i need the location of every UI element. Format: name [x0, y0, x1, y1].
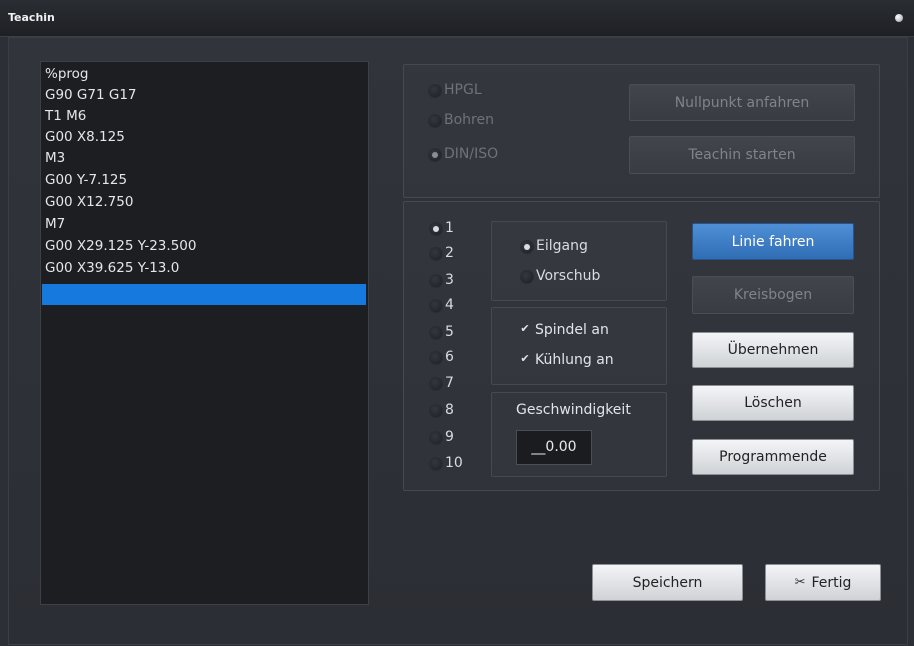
eilgang-radio[interactable]: Eilgang [520, 236, 630, 256]
axis-radio-1[interactable]: 1 [429, 218, 469, 238]
radio-dot-icon [520, 270, 534, 284]
checkmark-icon: ✔ [520, 322, 530, 335]
switches-group [491, 307, 667, 385]
radio-dot-checked-icon [429, 222, 443, 236]
axis-label: 5 [445, 324, 454, 340]
axis-label: 1 [445, 220, 454, 236]
mode-radio-diniso[interactable]: DIN/ISO [428, 144, 528, 164]
axis-label: 9 [445, 429, 454, 445]
kreisbogen-button[interactable]: Kreisbogen [692, 276, 854, 314]
radio-dot-icon [429, 299, 443, 313]
mode-radio-bohren[interactable]: Bohren [428, 110, 528, 130]
axis-radio-6[interactable]: 6 [429, 347, 469, 367]
radio-dot-icon [429, 431, 443, 445]
scissors-icon: ✂ [794, 575, 806, 590]
fertig-label: Fertig [811, 574, 852, 591]
mode-label-diniso: DIN/ISO [444, 146, 499, 162]
linie-fahren-button[interactable]: Linie fahren [692, 223, 854, 260]
mode-label-hpgl: HPGL [444, 82, 482, 98]
program-line[interactable]: G00 Y-7.125 [45, 170, 365, 191]
teachin-window: Teachin %prog G90 G71 G17 T1 M6 G00 X8.1… [0, 0, 914, 646]
axis-label: 4 [445, 297, 454, 313]
program-line[interactable]: M3 [45, 148, 365, 169]
eilgang-label: Eilgang [536, 238, 588, 254]
vorschub-label: Vorschub [536, 268, 601, 284]
axis-label: 3 [445, 272, 454, 288]
radio-dot-icon [429, 326, 443, 340]
mode-radio-hpgl[interactable]: HPGL [428, 80, 528, 100]
axis-label: 6 [445, 349, 454, 365]
radio-dot-icon [428, 114, 442, 128]
program-line[interactable]: %prog [45, 64, 365, 85]
programmende-button[interactable]: Programmende [692, 439, 854, 475]
axis-radio-4[interactable]: 4 [429, 295, 469, 315]
window-title: Teachin [8, 11, 55, 24]
teachin-starten-button[interactable]: Teachin starten [629, 136, 855, 174]
axis-label: 7 [445, 375, 454, 391]
axis-label: 2 [445, 245, 454, 261]
axis-radio-8[interactable]: 8 [429, 400, 469, 420]
vorschub-radio[interactable]: Vorschub [520, 266, 630, 286]
radio-dot-icon [429, 247, 443, 261]
loeschen-button[interactable]: Löschen [692, 385, 854, 421]
mode-label-bohren: Bohren [444, 112, 494, 128]
fertig-button[interactable]: ✂ Fertig [765, 564, 881, 601]
nullpunkt-anfahren-button[interactable]: Nullpunkt anfahren [629, 84, 855, 121]
axis-label: 8 [445, 402, 454, 418]
radio-dot-icon [429, 274, 443, 288]
speichern-button[interactable]: Speichern [592, 564, 743, 601]
radio-dot-icon [429, 457, 443, 471]
axis-label: 10 [445, 455, 463, 471]
axis-radio-7[interactable]: 7 [429, 373, 469, 393]
radio-dot-icon [429, 377, 443, 391]
kuehlung-label: Kühlung an [535, 352, 614, 368]
axis-radio-2[interactable]: 2 [429, 243, 469, 263]
program-listing[interactable]: %prog G90 G71 G17 T1 M6 G00 X8.125 M3 G0… [40, 61, 369, 605]
radio-dot-checked-icon [520, 240, 534, 254]
spindel-checkbox[interactable]: ✔ Spindel an [519, 320, 649, 340]
program-line[interactable]: G00 X39.625 Y-13.0 [45, 258, 365, 279]
axis-radio-3[interactable]: 3 [429, 270, 469, 290]
kuehlung-checkbox[interactable]: ✔ Kühlung an [519, 350, 649, 370]
program-line[interactable]: G00 X12.750 [45, 192, 365, 213]
program-line[interactable]: M7 [45, 214, 365, 235]
program-line[interactable]: G90 G71 G17 [45, 85, 365, 106]
axis-radio-10[interactable]: 10 [429, 453, 469, 473]
radio-dot-checked-icon [428, 148, 442, 162]
checkmark-icon: ✔ [520, 352, 530, 365]
program-line[interactable]: G00 X29.125 Y-23.500 [45, 236, 365, 257]
program-line[interactable]: G00 X8.125 [45, 127, 365, 148]
spindel-label: Spindel an [535, 322, 609, 338]
axis-radio-5[interactable]: 5 [429, 322, 469, 342]
program-line[interactable]: T1 M6 [45, 106, 365, 127]
program-line-selected[interactable] [42, 284, 366, 305]
uebernehmen-button[interactable]: Übernehmen [692, 332, 854, 368]
speed-input[interactable]: __0.00 [516, 430, 592, 465]
radio-dot-icon [428, 84, 442, 98]
radio-dot-icon [429, 351, 443, 365]
axis-radio-9[interactable]: 9 [429, 427, 469, 447]
title-bar: Teachin [0, 0, 914, 37]
radio-dot-icon [429, 404, 443, 418]
window-close-icon[interactable] [895, 14, 903, 22]
motion-group [491, 221, 667, 301]
speed-label: Geschwindigkeit [516, 402, 631, 418]
